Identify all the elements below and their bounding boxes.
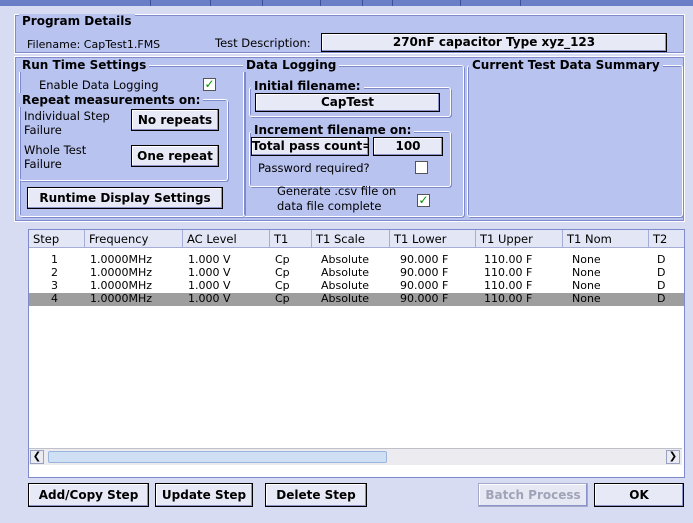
cell-t1-upper: 110.00 F: [484, 267, 533, 279]
repeat-measurements-title: Repeat measurements on:: [19, 93, 204, 107]
cell-ac-level: 1.000 V: [188, 280, 231, 292]
cell-t1-lower: 90.000 F: [400, 280, 449, 292]
whole-failure-label: Failure: [24, 157, 62, 171]
test-description-value: 270nF capacitor Type xyz_123: [392, 35, 596, 49]
steps-table[interactable]: Step Frequency AC Level T1 T1 Scale T1 L…: [28, 229, 685, 478]
cell-step: 3: [51, 280, 58, 292]
test-description-label: Test Description:: [215, 36, 311, 50]
password-required-checkbox[interactable]: [415, 161, 428, 174]
ok-button[interactable]: OK: [594, 483, 684, 507]
column-header-t2[interactable]: T2: [649, 230, 684, 248]
cell-step: 4: [51, 293, 58, 305]
cell-t1-scale: Absolute: [321, 267, 370, 279]
run-time-settings-title: Run Time Settings: [19, 58, 150, 72]
column-header-step[interactable]: Step: [29, 230, 85, 248]
table-row[interactable]: 1 1.0000MHz 1.000 V Cp Absolute 90.000 F…: [29, 254, 684, 266]
cell-frequency: 1.0000MHz: [90, 293, 153, 305]
cell-t1-nom: None: [572, 267, 601, 279]
cell-t1: Cp: [275, 293, 290, 305]
enable-logging-label: Enable Data Logging: [39, 78, 159, 92]
delete-step-button[interactable]: Delete Step: [265, 483, 367, 507]
cell-t1-upper: 110.00 F: [484, 280, 533, 292]
update-step-button[interactable]: Update Step: [155, 483, 253, 507]
top-strip: [0, 0, 693, 6]
test-description-field[interactable]: 270nF capacitor Type xyz_123: [321, 33, 667, 52]
individual-failure-label: Failure: [24, 123, 62, 137]
program-details-panel: Program Details Filename: CapTest1.FMS T…: [14, 14, 685, 54]
chevron-left-icon[interactable]: ❮: [30, 450, 44, 464]
data-logging-title: Data Logging: [243, 58, 340, 72]
generate-csv-checkbox[interactable]: ✓: [417, 194, 430, 207]
cell-ac-level: 1.000 V: [188, 293, 231, 305]
settings-panel: Run Time Settings Enable Data Logging ✓ …: [14, 56, 685, 222]
individual-repeats-button[interactable]: No repeats: [131, 109, 219, 131]
cell-t2: D: [657, 254, 666, 266]
cell-t1-upper: 110.00 F: [484, 293, 533, 305]
horizontal-scrollbar[interactable]: ❮ ❯: [29, 448, 682, 465]
column-header-frequency[interactable]: Frequency: [85, 230, 183, 248]
cell-t1-nom: None: [572, 293, 601, 305]
runtime-display-settings-button[interactable]: Runtime Display Settings: [27, 187, 223, 209]
cell-ac-level: 1.000 V: [188, 254, 231, 266]
cell-t1: Cp: [275, 254, 290, 266]
cell-step: 2: [51, 267, 58, 279]
column-header-t1-upper[interactable]: T1 Upper: [476, 230, 563, 248]
cell-t1-upper: 110.00 F: [484, 254, 533, 266]
cell-t1-lower: 90.000 F: [400, 254, 449, 266]
checkmark-icon: ✓: [418, 193, 429, 207]
initial-filename-button[interactable]: CapTest: [255, 93, 440, 112]
table-row[interactable]: 3 1.0000MHz 1.000 V Cp Absolute 90.000 F…: [29, 280, 684, 292]
summary-group: [467, 65, 683, 217]
summary-title: Current Test Data Summary: [469, 58, 663, 72]
cell-t1: Cp: [275, 280, 290, 292]
cell-t1-lower: 90.000 F: [400, 267, 449, 279]
cell-t1-nom: None: [572, 280, 601, 292]
cell-t1-lower: 90.000 F: [400, 293, 449, 305]
individual-step-label: Individual Step: [24, 109, 110, 123]
increment-filename-title: Increment filename on:: [251, 123, 415, 137]
column-header-t1[interactable]: T1: [270, 230, 312, 248]
whole-test-label: Whole Test: [24, 143, 87, 157]
cell-frequency: 1.0000MHz: [90, 254, 153, 266]
cell-frequency: 1.0000MHz: [90, 280, 153, 292]
column-header-t1-lower[interactable]: T1 Lower: [390, 230, 476, 248]
cell-t1-scale: Absolute: [321, 254, 370, 266]
checkmark-icon: ✓: [204, 77, 215, 91]
batch-process-button: Batch Process: [478, 483, 588, 507]
filename-label: Filename: CapTest1.FMS: [27, 38, 161, 51]
scrollbar-thumb[interactable]: [48, 451, 387, 463]
generate-csv-label: Generate .csv file on: [277, 184, 397, 198]
column-header-ac-level[interactable]: AC Level: [183, 230, 270, 248]
generate-csv-label-2: data file complete: [277, 199, 382, 213]
column-header-t1-nom[interactable]: T1 Nom: [563, 230, 649, 248]
table-row-selected[interactable]: 4 1.0000MHz 1.000 V Cp Absolute 90.000 F…: [29, 293, 684, 306]
add-copy-step-button[interactable]: Add/Copy Step: [28, 483, 149, 507]
cell-ac-level: 1.000 V: [188, 267, 231, 279]
cell-t1-nom: None: [572, 254, 601, 266]
initial-filename-title: Initial filename:: [251, 79, 364, 93]
table-row[interactable]: 2 1.0000MHz 1.000 V Cp Absolute 90.000 F…: [29, 267, 684, 279]
cell-t1-scale: Absolute: [321, 293, 370, 305]
total-pass-count-value[interactable]: 100: [373, 137, 443, 156]
cell-step: 1: [51, 254, 58, 266]
cell-t2: D: [657, 267, 666, 279]
cell-frequency: 1.0000MHz: [90, 267, 153, 279]
total-pass-count-button[interactable]: Total pass count=: [251, 137, 369, 156]
table-header: Step Frequency AC Level T1 T1 Scale T1 L…: [29, 230, 684, 248]
enable-logging-checkbox[interactable]: ✓: [203, 78, 216, 91]
cell-t1: Cp: [275, 267, 290, 279]
password-required-label: Password required?: [258, 161, 370, 175]
cell-t2: D: [657, 293, 666, 305]
column-header-t1-scale[interactable]: T1 Scale: [312, 230, 390, 248]
cell-t2: D: [657, 280, 666, 292]
whole-test-repeat-button[interactable]: One repeat: [131, 145, 219, 167]
program-details-title: Program Details: [19, 14, 135, 28]
chevron-right-icon[interactable]: ❯: [666, 450, 680, 464]
cell-t1-scale: Absolute: [321, 280, 370, 292]
